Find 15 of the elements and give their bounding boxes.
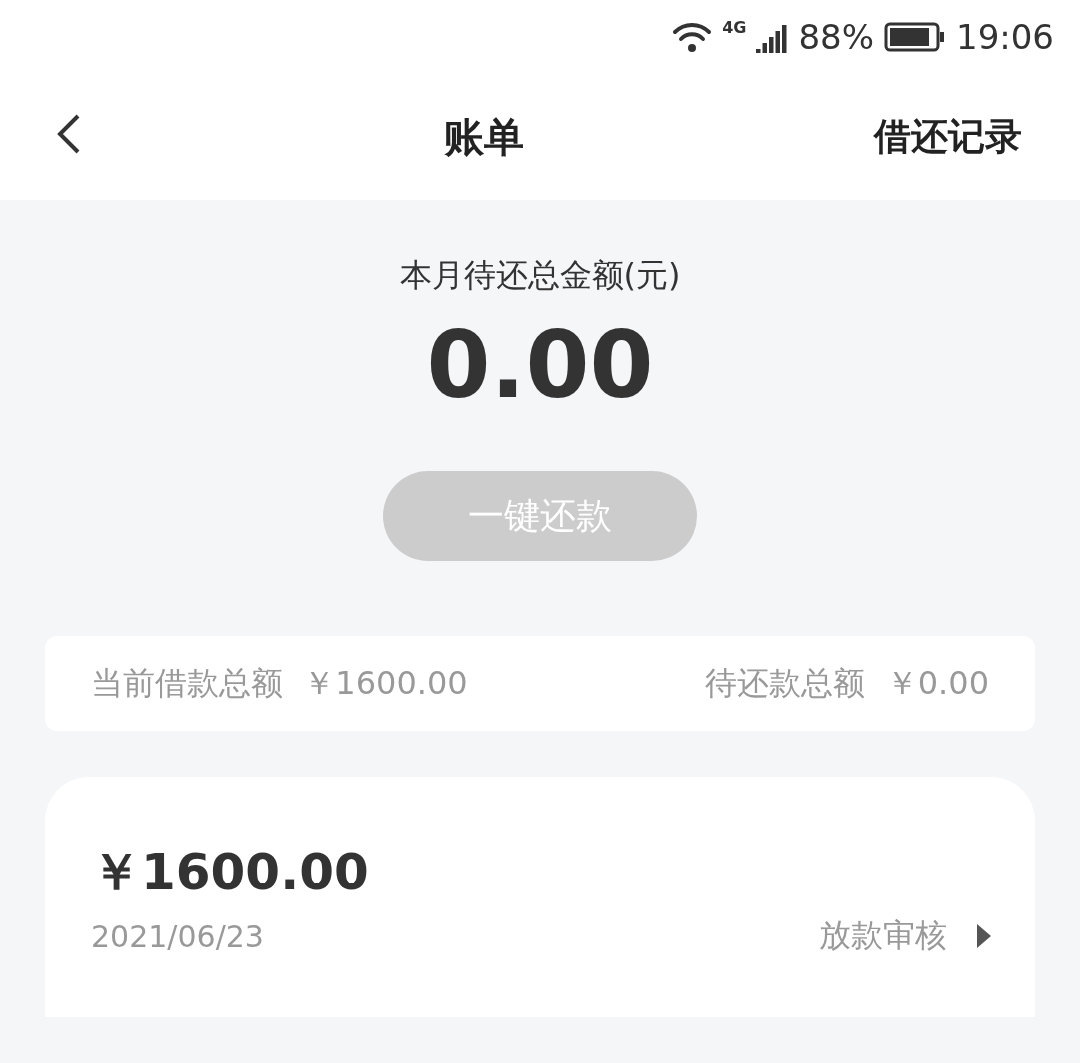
network-type: 4G — [722, 18, 747, 37]
loan-date: 2021/06/23 — [91, 918, 264, 954]
battery-icon — [884, 22, 946, 52]
page-title: 账单 — [444, 112, 524, 162]
history-link[interactable]: 借还记录 — [874, 112, 1022, 162]
total-text: 当前借款总额 ￥1600.00 — [91, 662, 468, 704]
caret-icon — [977, 924, 991, 948]
wifi-icon — [672, 20, 713, 54]
amount-value: 0.00 — [426, 312, 654, 419]
amount-label: 本月待还总金额(元) — [399, 255, 681, 296]
loan-amount: ￥1600.00 — [91, 842, 370, 903]
total-text: 待还款总额 ￥0.00 — [705, 662, 989, 704]
clock-time: 19:06 — [956, 17, 1054, 57]
loan-status[interactable]: 放款审核 — [819, 914, 991, 958]
battery-percent: 88% — [798, 17, 874, 57]
